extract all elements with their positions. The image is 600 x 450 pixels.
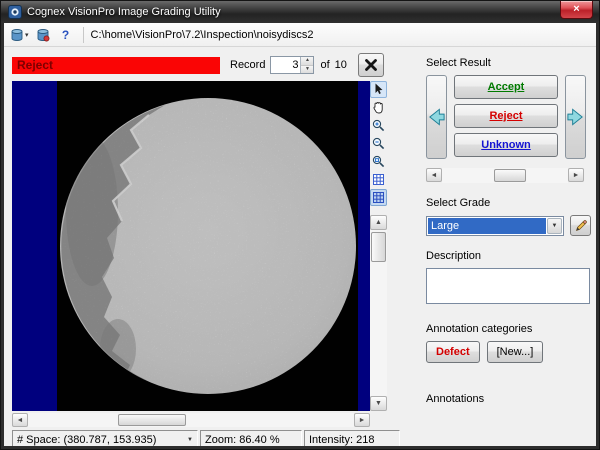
hand-icon	[372, 101, 385, 114]
vertical-scroll-thumb[interactable]	[371, 232, 386, 262]
result-buttons: Accept Reject Unknown	[454, 75, 558, 159]
zoom-fit-tool-button[interactable]	[370, 153, 387, 170]
arrow-right-icon	[566, 107, 585, 127]
database-path: C:\home\VisionPro\7.2\Inspection\noisydi…	[91, 29, 314, 41]
zoom-fit-icon	[372, 155, 385, 168]
toolbar: ▾ ? C:\home\VisionPro\7.2\Inspection\noi…	[4, 23, 596, 47]
zoom-level: Zoom: 86.40 %	[205, 434, 280, 446]
edit-grades-button[interactable]	[570, 215, 591, 236]
pointer-tool-button[interactable]	[370, 81, 387, 98]
horizontal-scrollbar[interactable]: ◄ ►	[12, 413, 370, 427]
save-image-database-button[interactable]	[33, 25, 53, 45]
space-dropdown-icon[interactable]: ▼	[187, 437, 193, 443]
record-value[interactable]: 3	[271, 57, 300, 73]
window-title: Cognex VisionPro Image Grading Utility	[27, 6, 221, 18]
select-result-label: Select Result	[426, 57, 591, 69]
app-window: Cognex VisionPro Image Grading Utility ×…	[0, 0, 600, 450]
grade-value[interactable]: Large	[428, 218, 546, 234]
record-spinner-buttons: ▲ ▼	[300, 57, 313, 73]
annotations-label: Annotations	[426, 393, 591, 405]
record-label: Record	[230, 59, 265, 71]
zoom-in-tool-button[interactable]	[370, 117, 387, 134]
pencil-icon	[574, 219, 587, 232]
scroll-down-button[interactable]: ▼	[370, 396, 387, 411]
record-control-row: Reject Record 3 ▲ ▼ of 10	[12, 52, 404, 78]
spin-down-button[interactable]: ▼	[301, 66, 313, 74]
space-coordinates: # Space: (380.787, 153.935)	[17, 434, 156, 446]
annotations-list[interactable]	[426, 411, 591, 446]
defect-category-button[interactable]: Defect	[426, 341, 480, 363]
viewer-tool-strip: ▲ ▼	[370, 81, 387, 411]
grid-icon	[372, 173, 385, 186]
viewer-status-bar: # Space: (380.787, 153.935) ▼ Zoom: 86.4…	[12, 430, 400, 446]
scroll-left-button[interactable]: ◄	[12, 413, 28, 427]
description-input[interactable]	[426, 268, 590, 304]
grade-combobox[interactable]: Large ▼	[426, 216, 564, 236]
inspection-image	[12, 81, 370, 411]
vertical-scroll-track[interactable]	[370, 230, 387, 396]
grading-panel: Select Result Accept Reject Unknown	[404, 47, 596, 446]
help-button[interactable]: ?	[56, 25, 76, 45]
pixel-intensity: Intensity: 218	[309, 434, 374, 446]
scroll-right-button[interactable]: ►	[354, 413, 370, 427]
total-records-label: 10	[335, 59, 347, 71]
horizontal-scroll-thumb[interactable]	[118, 414, 186, 426]
record-slider[interactable]: ◄ ►	[426, 168, 584, 183]
toolbar-separator	[83, 27, 84, 43]
combo-dropdown-button[interactable]: ▼	[547, 218, 562, 234]
arrow-left-icon	[427, 107, 446, 127]
database-save-icon	[36, 28, 50, 42]
record-slider-thumb[interactable]	[494, 169, 526, 182]
status-space-panel[interactable]: # Space: (380.787, 153.935) ▼	[12, 430, 198, 446]
status-intensity-panel: Intensity: 218	[304, 430, 400, 446]
zoom-out-icon	[372, 137, 385, 150]
x-icon	[364, 58, 378, 72]
zoom-in-icon	[372, 119, 385, 132]
vertical-scrollbar[interactable]: ▲ ▼	[370, 215, 387, 411]
accept-button[interactable]: Accept	[454, 75, 558, 99]
of-label: of	[320, 59, 329, 71]
slider-left-button[interactable]: ◄	[426, 168, 442, 182]
client-area: ▾ ? C:\home\VisionPro\7.2\Inspection\noi…	[4, 23, 596, 446]
annotation-categories-label: Annotation categories	[426, 323, 591, 335]
description-label: Description	[426, 250, 591, 262]
slider-right-button[interactable]: ►	[568, 168, 584, 182]
viewer-column: Reject Record 3 ▲ ▼ of 10	[4, 47, 404, 446]
new-category-button[interactable]: [New...]	[487, 341, 544, 363]
pan-tool-button[interactable]	[370, 99, 387, 116]
close-button[interactable]: ×	[560, 1, 593, 19]
next-record-button[interactable]	[565, 75, 586, 159]
open-image-database-button[interactable]: ▾	[9, 25, 30, 45]
record-spinner[interactable]: 3 ▲ ▼	[270, 56, 314, 74]
pixel-grid-tool-button[interactable]	[370, 189, 387, 206]
horizontal-scroll-track[interactable]	[28, 413, 354, 427]
pixel-grid-icon	[372, 191, 385, 204]
pointer-icon	[372, 83, 385, 96]
status-zoom-panel: Zoom: 86.40 %	[200, 430, 302, 446]
unknown-button[interactable]: Unknown	[454, 133, 558, 157]
scroll-up-button[interactable]: ▲	[370, 215, 387, 230]
titlebar[interactable]: Cognex VisionPro Image Grading Utility ×	[1, 1, 599, 23]
scrollbar-corner	[370, 413, 387, 427]
previous-record-button[interactable]	[426, 75, 447, 159]
record-slider-track[interactable]	[442, 168, 568, 183]
zoom-out-tool-button[interactable]	[370, 135, 387, 152]
dropdown-arrow-icon[interactable]: ▾	[25, 31, 29, 39]
database-icon	[10, 28, 24, 42]
spin-up-button[interactable]: ▲	[301, 57, 313, 66]
reject-button[interactable]: Reject	[454, 104, 558, 128]
delete-record-button[interactable]	[358, 53, 384, 77]
select-grade-label: Select Grade	[426, 197, 591, 209]
grid-tool-button[interactable]	[370, 171, 387, 188]
app-icon	[8, 5, 22, 19]
help-icon: ?	[62, 28, 69, 42]
image-display[interactable]	[12, 81, 370, 411]
result-banner: Reject	[12, 57, 220, 74]
